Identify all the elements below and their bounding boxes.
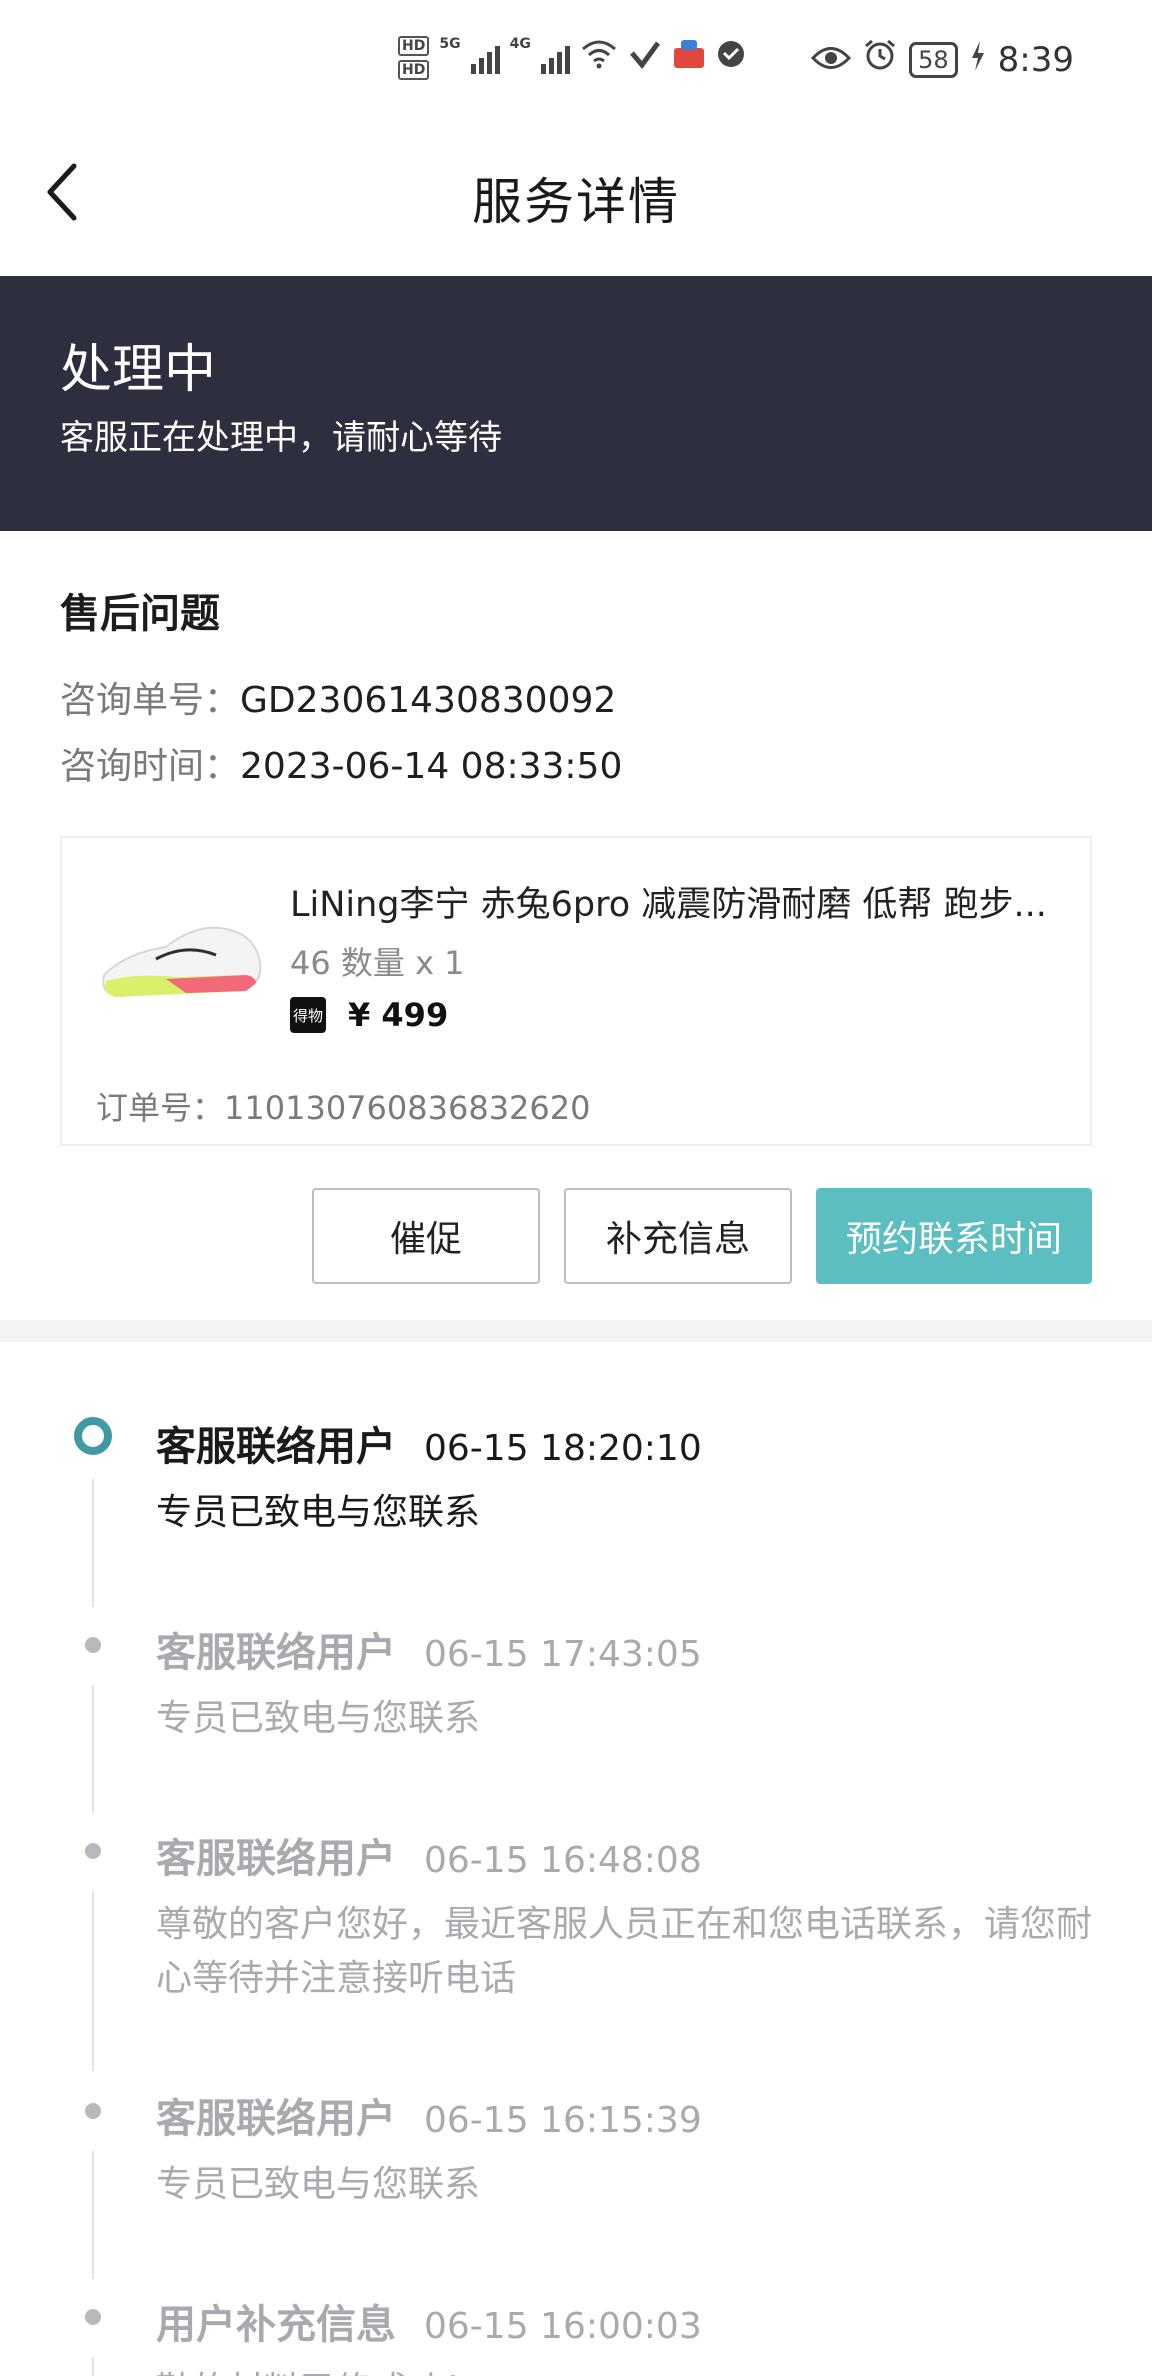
timeline-connector: [92, 2357, 94, 2376]
timeline-dot: [85, 2103, 101, 2119]
service-timeline: 客服联络用户 06-15 18:20:10 专员已致电与您联系 客服联络用户 0…: [0, 1342, 1152, 2376]
shopping-bag-icon: [672, 38, 706, 78]
timeline-dot: [85, 1843, 101, 1859]
status-right-icons: 58 8:39: [811, 38, 1074, 81]
timeline-item-title: 用户补充信息: [156, 2302, 396, 2348]
timeline-item-title: 客服联络用户: [156, 1424, 396, 1470]
timeline-item-desc: 专员已致电与您联系: [156, 1698, 481, 1739]
network-5g-label: 5G: [439, 36, 461, 52]
appoint-contact-time-button[interactable]: 预约联系时间: [816, 1188, 1092, 1284]
consult-number-row: 咨询单号：GD23061430830092: [60, 671, 616, 723]
price-row: 得物 ¥ 499: [290, 996, 448, 1034]
heart-shield-icon: [716, 39, 746, 77]
supplement-info-button[interactable]: 补充信息: [564, 1188, 792, 1284]
clock-time: 8:39: [997, 39, 1074, 80]
product-spec: 46 数量 x 1: [290, 944, 465, 982]
timeline-connector: [92, 2151, 94, 2279]
timeline-item-header: 客服联络用户 06-15 18:20:10: [156, 1414, 702, 1472]
page-title: 服务详情: [472, 173, 680, 231]
timeline-connector: [92, 1891, 94, 2071]
signal-icon-1: [470, 42, 500, 74]
nav-header: 服务详情: [0, 130, 1152, 276]
consult-number: GD23061430830092: [240, 680, 617, 721]
network-4g-label: 4G: [509, 36, 531, 52]
timeline-dot: [85, 2309, 101, 2325]
platform-logo-icon: 得物: [290, 997, 326, 1033]
timeline-dot: [85, 1637, 101, 1653]
order-number: 110130760836832620: [224, 1089, 591, 1127]
charging-icon: [970, 40, 986, 80]
order-number-row: 订单号：110130760836832620: [96, 1083, 590, 1129]
aftersale-issue-section: 售后问题 咨询单号：GD23061430830092 咨询时间：2023-06-…: [0, 531, 1152, 1320]
health-icon: [628, 39, 662, 77]
consult-time-row: 咨询时间：2023-06-14 08:33:50: [60, 737, 622, 789]
section-divider: [0, 1320, 1152, 1342]
timeline-item-time: 06-15 17:43:05: [424, 1634, 702, 1675]
timeline-active-dot: [74, 1417, 112, 1455]
consult-time: 2023-06-14 08:33:50: [240, 746, 623, 787]
timeline-item-desc: 专员已致电与您联系: [156, 2164, 481, 2205]
timeline-connector: [92, 1479, 94, 1607]
status-left-icons: HD HD 5G 4G: [398, 36, 746, 80]
timeline-item-header: 客服联络用户 06-15 16:15:39: [156, 2086, 702, 2144]
status-bar: HD HD 5G 4G 58 8:39: [0, 0, 1152, 130]
product-name: LiNing李宁 赤兔6pro 减震防滑耐磨 低帮 跑步...: [290, 885, 1047, 925]
timeline-item-title: 客服联络用户: [156, 2096, 396, 2142]
eye-icon: [811, 40, 852, 80]
timeline-item-time: 06-15 16:15:39: [424, 2100, 702, 2141]
urge-button[interactable]: 催促: [312, 1188, 540, 1284]
wifi-icon: [580, 39, 618, 77]
product-image: [96, 903, 264, 1013]
status-subtitle: 客服正在处理中，请耐心等待: [60, 418, 502, 458]
timeline-item-title: 客服联络用户: [156, 1836, 396, 1882]
alarm-icon: [863, 38, 897, 81]
status-title: 处理中: [60, 340, 217, 400]
status-banner: 处理中 客服正在处理中，请耐心等待: [0, 276, 1152, 531]
timeline-item-header: 用户补充信息 06-15 16:00:03: [156, 2292, 702, 2350]
timeline-item-time: 06-15 16:48:08: [424, 1840, 702, 1881]
product-price: ¥ 499: [348, 996, 449, 1034]
timeline-item-header: 客服联络用户 06-15 17:43:05: [156, 1620, 702, 1678]
timeline-connector: [92, 1685, 94, 1813]
order-number-label: 订单号：: [96, 1089, 225, 1127]
timeline-item-desc: 鞋的材料已修成功！: [156, 2364, 1096, 2376]
product-card[interactable]: LiNing李宁 赤兔6pro 减震防滑耐磨 低帮 跑步... 46 数量 x …: [60, 836, 1092, 1146]
timeline-item-desc: 专员已致电与您联系: [156, 1492, 481, 1533]
timeline-item-header: 客服联络用户 06-15 16:48:08: [156, 1826, 702, 1884]
timeline-item-time: 06-15 16:00:03: [424, 2306, 702, 2347]
timeline-item-desc: 尊敬的客户您好，最近客服人员正在和您电话联系，请您耐心等待并注意接听电话: [156, 1904, 1093, 1999]
hd-call-icon: HD HD: [398, 36, 430, 80]
issue-title: 售后问题: [60, 591, 220, 637]
timeline-item-title: 客服联络用户: [156, 1630, 396, 1676]
consult-number-label: 咨询单号：: [60, 680, 241, 721]
battery-icon: 58: [909, 41, 958, 78]
timeline-item-time: 06-15 18:20:10: [424, 1428, 702, 1469]
consult-time-label: 咨询时间：: [60, 746, 241, 787]
signal-icon-2: [540, 42, 570, 74]
